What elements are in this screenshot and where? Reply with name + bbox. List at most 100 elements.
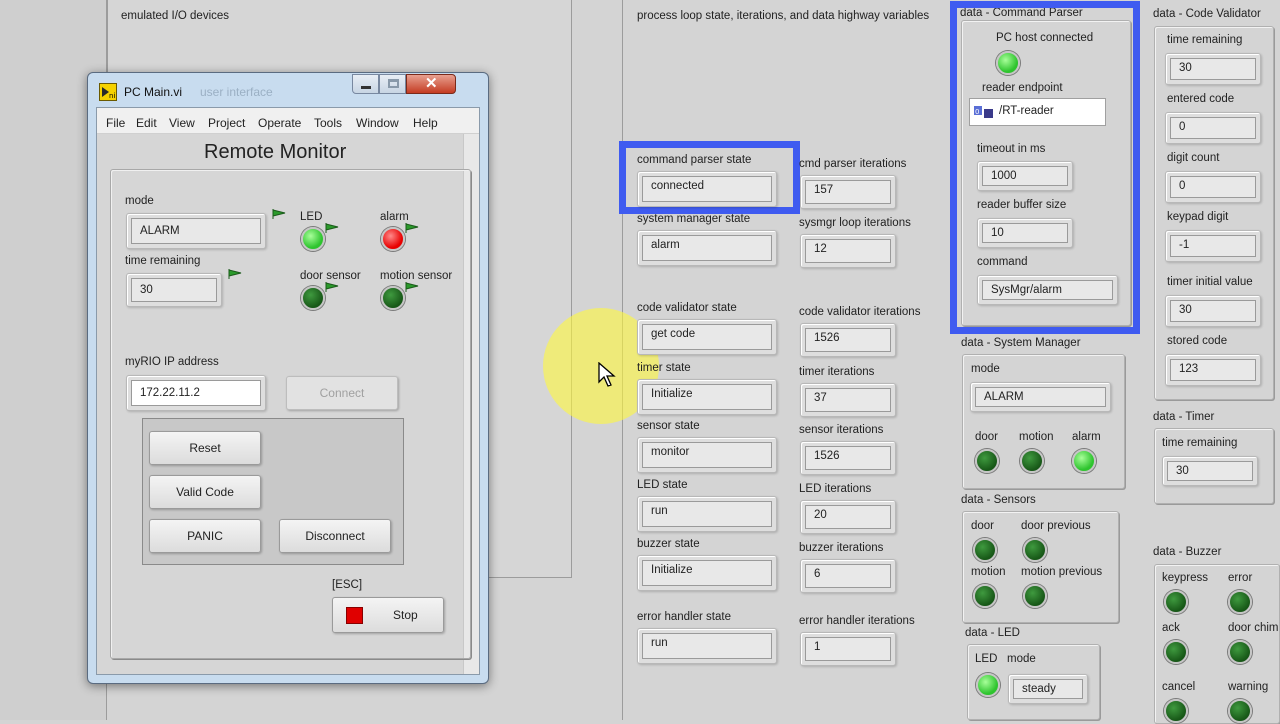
sensors-door-prev-label: door previous — [1021, 520, 1091, 532]
led-indicator — [301, 227, 325, 251]
sysmgr-door-label: door — [975, 431, 999, 443]
iter-led-field[interactable]: 20 — [800, 500, 896, 534]
cv-stored-field[interactable]: 123 — [1165, 354, 1261, 386]
buzzer-cancel-led — [1164, 699, 1188, 723]
sysmgr-alarm-led — [1072, 449, 1096, 473]
panic-button[interactable]: PANIC — [149, 519, 261, 553]
motion-sensor-indicator — [381, 286, 405, 310]
cv-timer-init-value: 30 — [1170, 300, 1256, 322]
iter-sysmgr-value: 12 — [805, 239, 891, 263]
minimize-icon — [361, 86, 371, 89]
mode-label: mode — [125, 195, 154, 207]
state-label-code-validator: code validator state — [637, 302, 737, 314]
highlight-command-parser-data — [950, 1, 1140, 334]
connect-button[interactable]: Connect — [286, 376, 398, 410]
iter-sensor-value: 1526 — [805, 446, 891, 470]
time-remaining-field[interactable]: 30 — [126, 273, 222, 307]
window-app-icon: ni — [99, 83, 117, 101]
timer-data-time-field[interactable]: 30 — [1162, 456, 1258, 486]
iter-sysmgr-field[interactable]: 12 — [800, 234, 896, 268]
state-sensor-field[interactable]: monitor — [637, 437, 777, 473]
sensors-motion-label: motion — [971, 566, 1006, 578]
state-code-validator-value: get code — [642, 324, 772, 350]
buzzer-ack-led — [1164, 640, 1188, 664]
state-timer-field[interactable]: Initialize — [637, 379, 777, 415]
window-title: PC Main.vi — [124, 85, 183, 99]
mode-field[interactable]: ALARM — [126, 213, 266, 249]
menu-item-view[interactable]: View — [169, 116, 195, 130]
cv-digit-count-label: digit count — [1167, 152, 1220, 164]
stop-button[interactable]: Stop — [332, 597, 444, 633]
state-led-field[interactable]: run — [637, 496, 777, 532]
maximize-button[interactable] — [379, 74, 406, 94]
sensors-motion-prev-led — [1023, 584, 1047, 608]
menu-item-file[interactable]: File — [106, 116, 125, 130]
timer-data-title: data - Timer — [1153, 411, 1215, 423]
cv-stored-label: stored code — [1167, 335, 1228, 347]
timer-data-time-label: time remaining — [1162, 437, 1238, 449]
cv-digit-count-field[interactable]: 0 — [1165, 171, 1261, 203]
close-button[interactable]: ✕ — [406, 74, 456, 94]
sysmgr-alarm-label: alarm — [1072, 431, 1101, 443]
state-buzzer-field[interactable]: Initialize — [637, 555, 777, 591]
state-error-handler-value: run — [642, 633, 772, 659]
pc-main-window[interactable]: ni PC Main.vi user interface ✕ Remote Mo… — [87, 72, 489, 684]
minimize-button[interactable] — [352, 74, 379, 94]
mouse-pointer-icon — [598, 361, 616, 388]
cv-entered-field[interactable]: 0 — [1165, 112, 1261, 144]
state-error-handler-field[interactable]: run — [637, 628, 777, 664]
sensors-title: data - Sensors — [961, 494, 1036, 506]
iter-sensor-field[interactable]: 1526 — [800, 441, 896, 475]
cv-keypad-value: -1 — [1170, 235, 1256, 257]
menu-item-window[interactable]: Window — [356, 116, 399, 130]
state-label-sensor: sensor state — [637, 420, 700, 432]
led-mode-field[interactable]: steady — [1008, 674, 1088, 704]
state-sysmgr-field[interactable]: alarm — [637, 230, 777, 266]
iter-led-value: 20 — [805, 505, 891, 529]
menu-item-edit[interactable]: Edit — [136, 116, 157, 130]
alarm-indicator — [381, 227, 405, 251]
iter-timer-field[interactable]: 37 — [800, 383, 896, 417]
iter-buzzer-field[interactable]: 6 — [800, 559, 896, 593]
led-data-led — [976, 673, 1000, 697]
iter-buzzer-value: 6 — [805, 564, 891, 588]
buzzer-door-chime-label: door chim — [1228, 622, 1279, 634]
menu-item-help[interactable]: Help — [413, 116, 438, 130]
sysmgr-mode-field[interactable]: ALARM — [970, 382, 1111, 412]
menu-item-project[interactable]: Project — [208, 116, 245, 130]
iter-code-validator-field[interactable]: 1526 — [800, 323, 896, 357]
cv-digit-count-value: 0 — [1170, 176, 1256, 198]
iter-error-handler-field[interactable]: 1 — [800, 632, 896, 666]
valid-code-button[interactable]: Valid Code — [149, 475, 261, 509]
buzzer-cancel-label: cancel — [1162, 681, 1196, 693]
mode-flag-icon — [272, 209, 286, 219]
cv-time-field[interactable]: 30 — [1165, 53, 1261, 85]
state-timer-value: Initialize — [642, 384, 772, 410]
cv-timer-init-field[interactable]: 30 — [1165, 295, 1261, 327]
iter-error-handler-value: 1 — [805, 637, 891, 661]
sensors-door-label: door — [971, 520, 995, 532]
disconnect-button[interactable]: Disconnect — [279, 519, 391, 553]
alarm-flag-icon — [405, 223, 419, 233]
buzzer-error-label: error — [1228, 572, 1253, 584]
iter-label-code-validator: code validator iterations — [799, 306, 921, 318]
led-mode-value: steady — [1013, 679, 1083, 699]
menu-item-operate[interactable]: Operate — [258, 116, 301, 130]
state-led-value: run — [642, 501, 772, 527]
buzzer-warning-label: warning — [1228, 681, 1269, 693]
buzzer-title: data - Buzzer — [1153, 546, 1222, 558]
sysmgr-mode-value: ALARM — [975, 387, 1106, 407]
led-data-title: data - LED — [965, 627, 1020, 639]
reset-button[interactable]: Reset — [149, 431, 261, 465]
state-code-validator-field[interactable]: get code — [637, 319, 777, 355]
iter-cmd-parser-field[interactable]: 157 — [800, 175, 896, 209]
state-cmd-parser-field[interactable]: connected — [637, 171, 777, 207]
buzzer-door-chime-led — [1228, 640, 1252, 664]
menu-item-tools[interactable]: Tools — [314, 116, 342, 130]
time-remaining-label: time remaining — [125, 255, 201, 267]
cv-timer-init-label: timer initial value — [1167, 276, 1253, 288]
sensors-door-prev-led — [1023, 538, 1047, 562]
cv-keypad-field[interactable]: -1 — [1165, 230, 1261, 262]
state-label-sysmgr: system manager state — [637, 213, 751, 225]
ip-address-field[interactable]: 172.22.11.2 — [126, 375, 266, 411]
